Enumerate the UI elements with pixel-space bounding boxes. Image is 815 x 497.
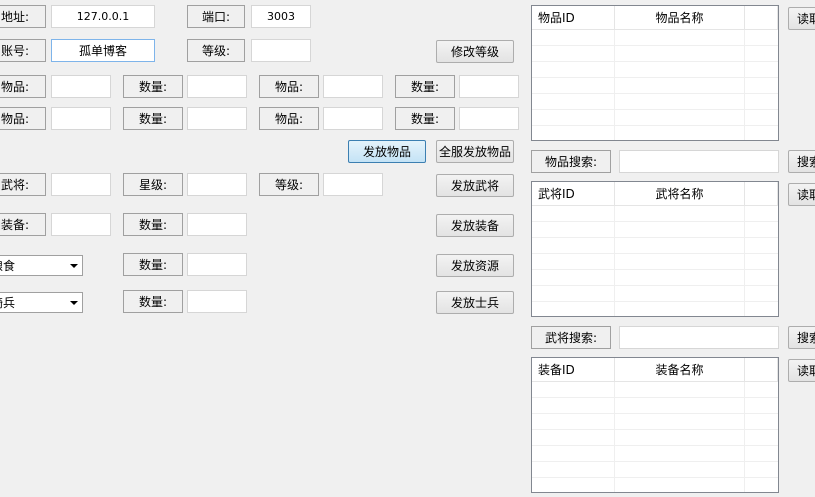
- item-search-input[interactable]: [619, 150, 779, 173]
- general-name-column-header[interactable]: 武将名称: [615, 182, 745, 205]
- item-input[interactable]: [51, 75, 111, 98]
- soldier-select[interactable]: 骑兵: [0, 292, 83, 313]
- quantity-label: 数量:: [395, 75, 455, 98]
- quantity-input[interactable]: [459, 75, 519, 98]
- send-soldier-button[interactable]: 发放士兵: [436, 291, 514, 314]
- quantity-input[interactable]: [187, 253, 247, 276]
- send-items-all-server-button[interactable]: 全服发放物品: [436, 140, 514, 163]
- item-search-label: 物品搜索:: [531, 150, 611, 173]
- level-input[interactable]: [251, 39, 311, 62]
- search-items-button[interactable]: 搜索: [788, 150, 815, 173]
- quantity-input[interactable]: [187, 213, 247, 236]
- quantity-label: 数量:: [123, 213, 183, 236]
- empty-column-header[interactable]: [745, 182, 778, 205]
- account-label: 账号:: [0, 39, 46, 62]
- item-input[interactable]: [51, 107, 111, 130]
- quantity-input[interactable]: [459, 107, 519, 130]
- quantity-label: 数量:: [123, 253, 183, 276]
- general-id-column-header[interactable]: 武将ID: [532, 182, 615, 205]
- star-input[interactable]: [187, 173, 247, 196]
- send-items-button[interactable]: 发放物品: [348, 140, 426, 163]
- read-generals-button[interactable]: 读取: [788, 183, 815, 206]
- send-general-button[interactable]: 发放武将: [436, 174, 514, 197]
- read-equipment-button[interactable]: 读取: [788, 359, 815, 382]
- empty-column-header[interactable]: [745, 358, 778, 381]
- general-search-label: 武将搜索:: [531, 326, 611, 349]
- item-name-column-header[interactable]: 物品名称: [615, 6, 745, 29]
- soldier-select-value: 骑兵: [0, 296, 16, 310]
- equipment-id-column-header[interactable]: 装备ID: [532, 358, 615, 381]
- item-id-column-header[interactable]: 物品ID: [532, 6, 615, 29]
- general-list-header: 武将ID 武将名称: [532, 182, 778, 206]
- quantity-label: 数量:: [123, 75, 183, 98]
- general-input[interactable]: [51, 173, 111, 196]
- address-input[interactable]: 127.0.0.1: [51, 5, 155, 28]
- send-resource-button[interactable]: 发放资源: [436, 254, 514, 277]
- item-list[interactable]: 物品ID 物品名称: [531, 5, 779, 141]
- equipment-name-column-header[interactable]: 装备名称: [615, 358, 745, 381]
- item-list-header: 物品ID 物品名称: [532, 6, 778, 30]
- port-label: 端口:: [187, 5, 245, 28]
- equipment-list-header: 装备ID 装备名称: [532, 358, 778, 382]
- equipment-label: 装备:: [0, 213, 46, 236]
- chevron-down-icon: [66, 263, 82, 268]
- item-label: 物品:: [0, 107, 46, 130]
- item-input[interactable]: [323, 107, 383, 130]
- search-generals-button[interactable]: 搜索: [788, 326, 815, 349]
- item-list-rows: [532, 30, 778, 140]
- quantity-input[interactable]: [187, 107, 247, 130]
- equipment-list-rows: [532, 382, 778, 492]
- chevron-down-icon: [66, 300, 82, 305]
- general-list-rows: [532, 206, 778, 316]
- resource-select[interactable]: 粮食: [0, 255, 83, 276]
- port-input[interactable]: 3003: [251, 5, 311, 28]
- quantity-label: 数量:: [123, 290, 183, 313]
- empty-column-header[interactable]: [745, 6, 778, 29]
- quantity-label: 数量:: [395, 107, 455, 130]
- star-label: 星级:: [123, 173, 183, 196]
- send-equipment-button[interactable]: 发放装备: [436, 214, 514, 237]
- modify-level-button[interactable]: 修改等级: [436, 40, 514, 63]
- item-label: 物品:: [259, 107, 319, 130]
- resource-select-value: 粮食: [0, 259, 16, 273]
- equipment-list[interactable]: 装备ID 装备名称: [531, 357, 779, 493]
- general-search-input[interactable]: [619, 326, 779, 349]
- read-items-button[interactable]: 读取: [788, 7, 815, 30]
- item-label: 物品:: [259, 75, 319, 98]
- account-input[interactable]: 孤单博客: [51, 39, 155, 62]
- general-label: 武将:: [0, 173, 46, 196]
- item-label: 物品:: [0, 75, 46, 98]
- item-input[interactable]: [323, 75, 383, 98]
- general-level-input[interactable]: [323, 173, 383, 196]
- quantity-input[interactable]: [187, 75, 247, 98]
- quantity-input[interactable]: [187, 290, 247, 313]
- quantity-label: 数量:: [123, 107, 183, 130]
- address-label: 地址:: [0, 5, 46, 28]
- general-level-label: 等级:: [259, 173, 319, 196]
- equipment-input[interactable]: [51, 213, 111, 236]
- general-list[interactable]: 武将ID 武将名称: [531, 181, 779, 317]
- level-label: 等级:: [187, 39, 245, 62]
